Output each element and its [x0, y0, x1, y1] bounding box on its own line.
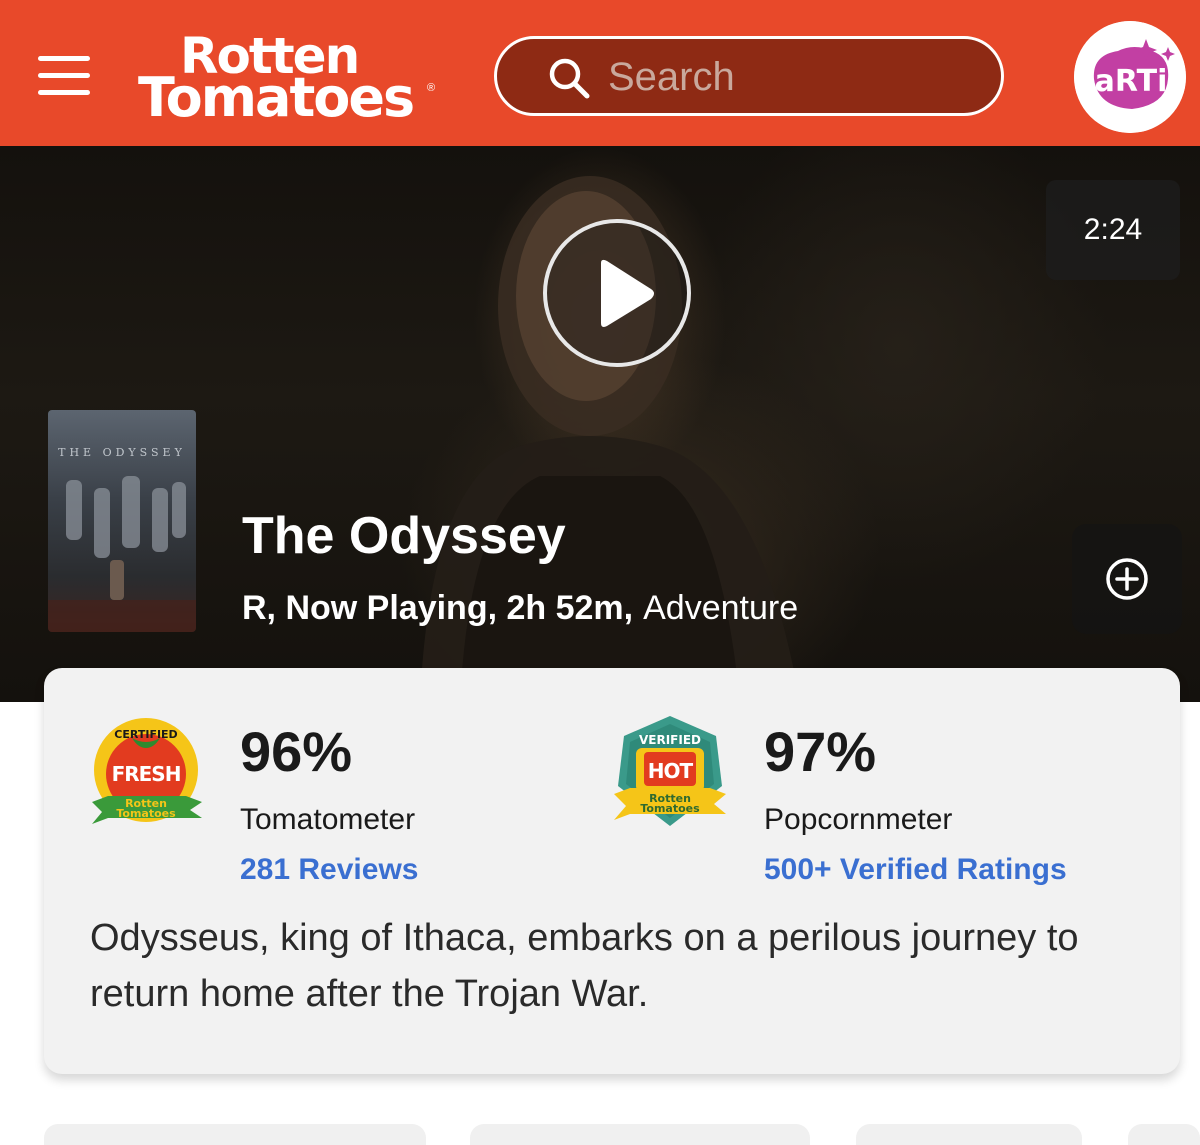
movie-meta-info: R, Now Playing, 2h 52m, Adventure — [242, 588, 798, 628]
bottom-tab-3[interactable] — [856, 1124, 1082, 1145]
popcornmeter-score: 97% — [764, 720, 877, 783]
popcornmeter-label: Popcornmeter — [764, 803, 953, 836]
poster-artwork — [48, 476, 196, 632]
top-nav-bar: Rotten Tomatoes ® Search aRTi — [0, 0, 1200, 146]
poster-title-text: THE ODYSSEY — [58, 446, 186, 459]
trailer-hero[interactable]: 2:24 THE ODYSSEY The Odyssey R, Now Play… — [0, 146, 1200, 702]
bottom-tab-2[interactable] — [470, 1124, 810, 1145]
add-to-watchlist-button[interactable] — [1072, 524, 1182, 634]
movie-title: The Odyssey — [242, 507, 566, 565]
bottom-tab-1[interactable] — [44, 1124, 426, 1145]
verified-ratings-link[interactable]: 500+ Verified Ratings — [764, 852, 1067, 888]
certified-fresh-icon: CERTIFIED FRESH Rotten Tomatoes — [92, 718, 202, 824]
movie-rating-status-runtime: R, Now Playing, 2h 52m, — [242, 589, 634, 627]
tomatometer-score: 96% — [240, 720, 353, 783]
verified-text: VERIFIED — [639, 733, 701, 747]
logo-line-tomatoes: Tomatoes — [138, 66, 415, 129]
verified-hot-icon: VERIFIED HOT Rotten Tomatoes — [614, 716, 726, 826]
arti-avatar-button[interactable]: aRTi — [1074, 21, 1186, 133]
badge-tomatoes-text-2: Tomatoes — [640, 802, 700, 815]
menu-icon[interactable] — [38, 56, 90, 96]
add-circle-icon — [1106, 558, 1148, 600]
arti-logo-icon: aRTi — [1074, 21, 1186, 133]
logo-registered-mark: ® — [427, 82, 436, 94]
rotten-tomatoes-logo[interactable]: Rotten Tomatoes ® — [138, 30, 438, 126]
video-duration-badge: 2:24 — [1046, 180, 1180, 280]
tomatometer-label: Tomatometer — [240, 803, 416, 836]
hot-text: HOT — [648, 759, 694, 783]
score-card: CERTIFIED FRESH Rotten Tomatoes 96% Toma… — [44, 668, 1180, 1074]
search-input[interactable]: Search — [494, 36, 1004, 116]
movie-synopsis: Odysseus, king of Ithaca, embarks on a p… — [90, 917, 1079, 1015]
bottom-tab-4[interactable] — [1128, 1124, 1200, 1145]
movie-genre: Adventure — [643, 589, 799, 627]
play-trailer-button[interactable] — [543, 219, 691, 367]
fresh-text: FRESH — [112, 762, 181, 786]
arti-text: aRTi — [1095, 64, 1168, 99]
search-placeholder: Search — [608, 55, 735, 99]
search-icon — [549, 58, 590, 99]
reviews-count-link[interactable]: 281 Reviews — [240, 852, 418, 888]
certified-text: CERTIFIED — [114, 728, 177, 741]
play-icon — [601, 259, 654, 327]
badge-tomatoes-text: Tomatoes — [116, 807, 176, 820]
movie-poster[interactable]: THE ODYSSEY — [48, 410, 196, 632]
